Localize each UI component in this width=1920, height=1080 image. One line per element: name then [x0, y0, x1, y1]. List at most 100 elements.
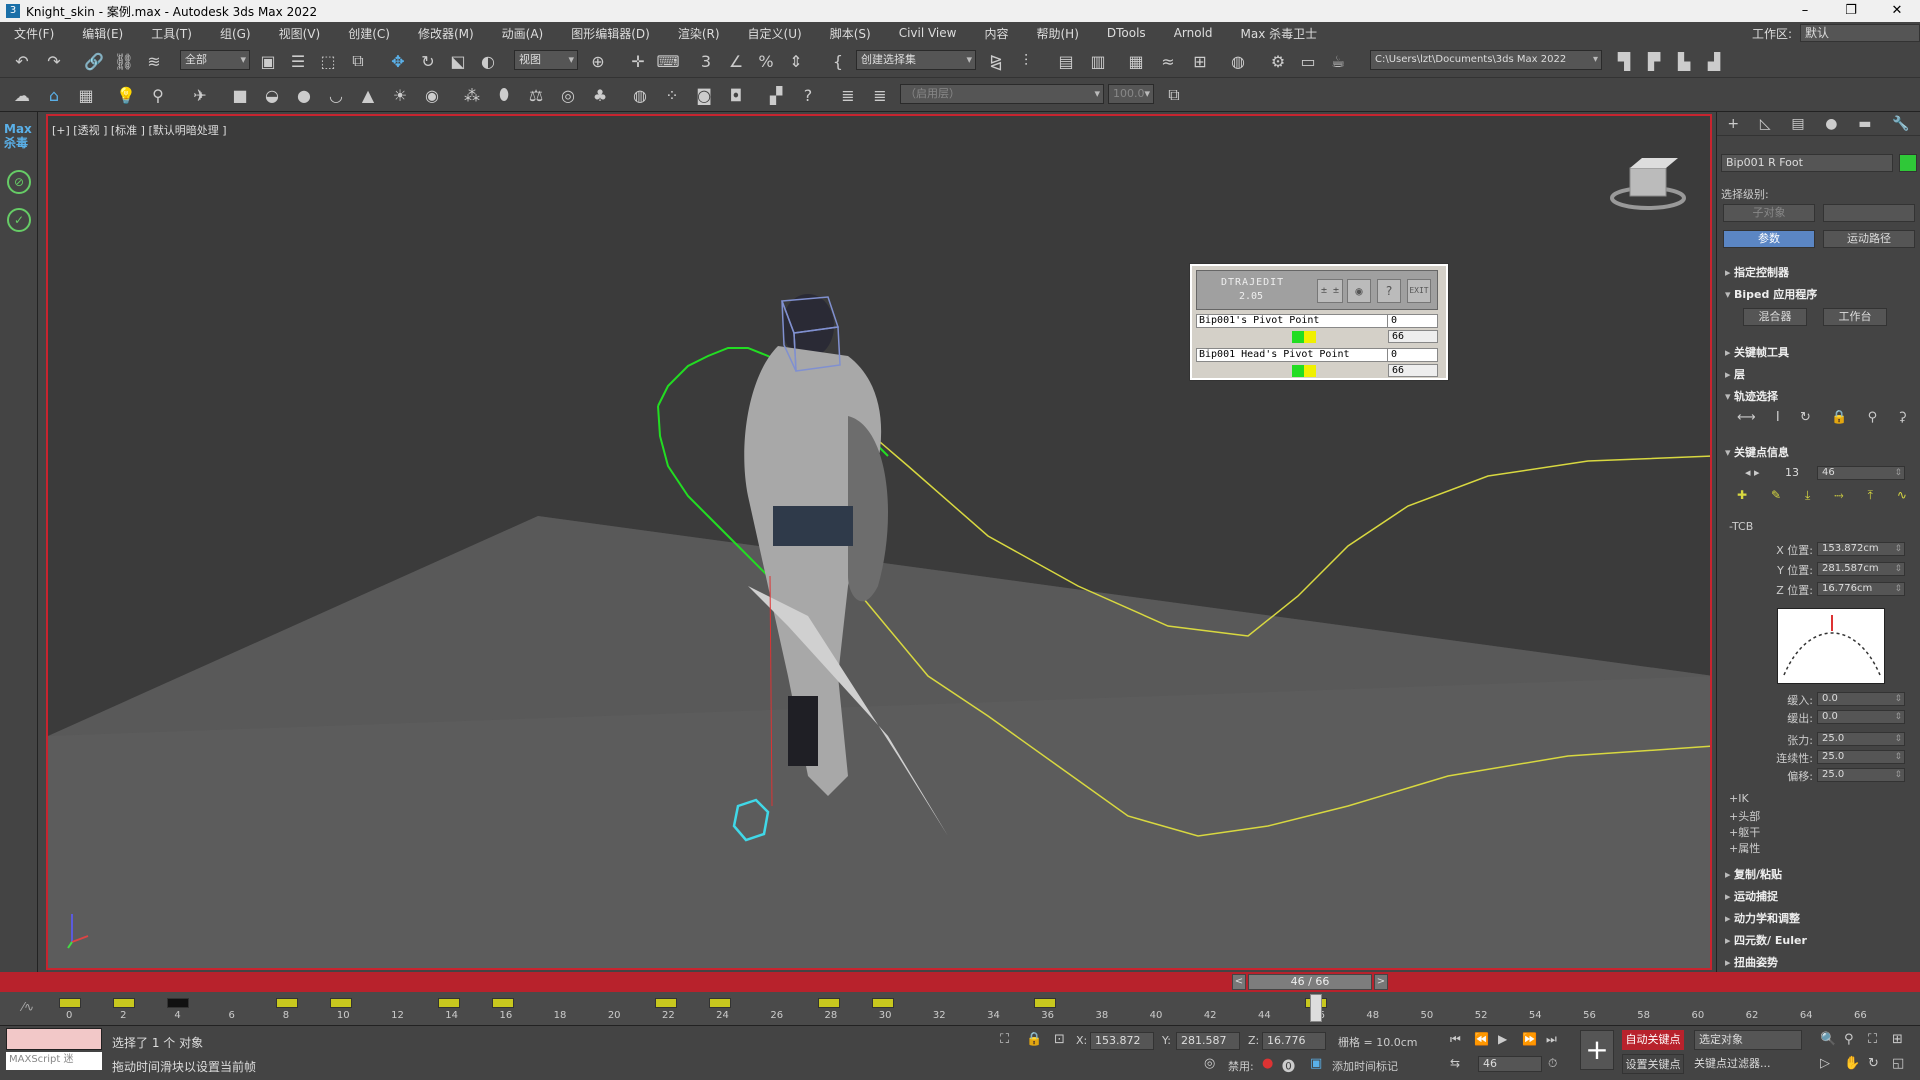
select-object-icon[interactable]: ▣	[256, 49, 280, 73]
next-frame-arrow[interactable]: >	[1374, 974, 1388, 990]
workspace-dropdown[interactable]: 默认	[1800, 24, 1920, 42]
delete-key-icon[interactable]: ✎	[1771, 488, 1781, 503]
display-tab-icon[interactable]: ▬	[1858, 116, 1871, 132]
prev-key-icon[interactable]: ⏪	[1474, 1032, 1489, 1046]
prev-frame-arrow[interactable]: <	[1232, 974, 1246, 990]
box-icon[interactable]: ■	[228, 83, 252, 107]
rotate-icon[interactable]: ↻	[416, 49, 440, 73]
edit-named-sel-icon[interactable]: {	[826, 49, 850, 73]
subobject-dropdown[interactable]	[1823, 204, 1915, 222]
light-icon[interactable]: 💡	[114, 83, 138, 107]
maximize-viewport-icon[interactable]: ◱	[1892, 1056, 1904, 1071]
menu-tools[interactable]: 工具(T)	[137, 25, 206, 42]
menu-group[interactable]: 组(G)	[206, 25, 265, 42]
goto-start-icon[interactable]: ⏮	[1450, 1032, 1461, 1047]
perspective-viewport[interactable]: [+] [透视 ] [标准 ] [默认明暗处理 ]	[46, 114, 1712, 970]
viewport-label[interactable]: [+] [透视 ] [标准 ] [默认明暗处理 ]	[52, 122, 227, 138]
menu-modifiers[interactable]: 修改器(M)	[404, 25, 488, 42]
material-ball-icon[interactable]: ◍	[628, 83, 652, 107]
green-swatch[interactable]	[1292, 331, 1304, 343]
named-selection-dropdown[interactable]: 创建选择集	[856, 50, 976, 70]
current-frame-field[interactable]: 46	[1478, 1056, 1542, 1072]
frame-count-field[interactable]: 66	[1388, 330, 1438, 343]
time-tag-icon[interactable]: ▣	[1310, 1056, 1322, 1071]
timeline-key-black[interactable]	[167, 998, 190, 1008]
menu-customize[interactable]: 自定义(U)	[734, 25, 816, 42]
align-icon[interactable]: ⫶	[1014, 49, 1038, 73]
selected-object-dropdown[interactable]: 选定对象	[1694, 1030, 1802, 1050]
sun-icon[interactable]: ☀	[388, 83, 412, 107]
adaptive-degradation-icon[interactable]: ◎	[1204, 1056, 1215, 1071]
scale-icon[interactable]: ⬕	[446, 49, 470, 73]
plant-icon[interactable]: ♣	[588, 83, 612, 107]
hemisphere-icon[interactable]: ◒	[260, 83, 284, 107]
body-subrollout[interactable]: +躯干	[1729, 824, 1760, 840]
teapot-icon[interactable]: ☁	[10, 83, 34, 107]
ref-coord-dropdown[interactable]: 视图	[514, 50, 578, 70]
track-bar[interactable]: ⁄∿ 0 2 4 6 8 10 12 14 16 18 20 22 24 26 28 30 32 34 36 38 40…	[0, 992, 1920, 1026]
unlink-icon[interactable]: ⛓	[112, 49, 136, 73]
traj-row-pivot[interactable]: Bip001's Pivot Point 0	[1196, 314, 1438, 328]
head-subrollout[interactable]: +头部	[1729, 808, 1760, 824]
menu-max-antivirus[interactable]: Max 杀毒卫士	[1227, 25, 1332, 42]
globe-icon[interactable]: ◎	[556, 83, 580, 107]
curve-editor-mini-icon[interactable]: ⁄∿	[22, 1000, 34, 1014]
modify-tab-icon[interactable]: ◺	[1760, 116, 1771, 132]
stack-icon[interactable]: ⧉	[1162, 83, 1186, 107]
snaps-toggle-icon[interactable]: 3	[694, 49, 718, 73]
rendered-frame-icon[interactable]: ▭	[1296, 49, 1320, 73]
set-key-button[interactable]: 设置关键点	[1622, 1054, 1684, 1074]
pivot-center-icon[interactable]: ⊕	[586, 49, 610, 73]
menu-edit[interactable]: 编辑(E)	[68, 25, 137, 42]
redo-icon[interactable]: ↷	[42, 49, 66, 73]
isolate-icon[interactable]: ⛶	[1000, 1032, 1009, 1047]
lock-com-icon[interactable]: 🔒	[1831, 410, 1847, 425]
purple-panel-icon[interactable]: ◙	[692, 83, 716, 107]
angle-snap-icon[interactable]: ∠	[724, 49, 748, 73]
minimize-button[interactable]: –	[1782, 0, 1828, 22]
rollout-quaternion[interactable]: 四元数/ Euler	[1725, 932, 1807, 948]
y-coord-field[interactable]: 281.587	[1176, 1032, 1240, 1050]
rollout-key-info[interactable]: 关键点信息	[1725, 444, 1789, 460]
help-circle-icon[interactable]: ?	[796, 83, 820, 107]
timeline-key[interactable]	[113, 998, 136, 1008]
fov-icon[interactable]: ▷	[1820, 1056, 1830, 1071]
placement-icon[interactable]: ◐	[476, 49, 500, 73]
next-key-icon[interactable]: ⏩	[1522, 1032, 1537, 1046]
set-project-icon[interactable]: ▛	[1642, 49, 1666, 73]
menu-rendering[interactable]: 渲染(R)	[664, 25, 734, 42]
rollout-track-selection[interactable]: 轨迹选择	[1725, 388, 1778, 404]
green-swatch[interactable]	[1292, 365, 1304, 377]
absolute-mode-icon[interactable]: ⊡	[1054, 1032, 1065, 1047]
material-editor-icon[interactable]: ◍	[1226, 49, 1250, 73]
gold-sphere-icon[interactable]: ◉	[420, 83, 444, 107]
zoom-extents-all-icon[interactable]: ⊞	[1892, 1032, 1903, 1047]
traj-row-head[interactable]: Bip001 Head's Pivot Point 0	[1196, 348, 1438, 362]
biped-icon[interactable]: ✈	[188, 83, 212, 107]
bowl-icon[interactable]: ◡	[324, 83, 348, 107]
prev-next-key-icon[interactable]: ◂ ▸	[1745, 466, 1760, 479]
x-coord-field[interactable]: 153.872	[1090, 1032, 1154, 1050]
pan-icon[interactable]: ✋	[1844, 1056, 1860, 1071]
spinner-snap-icon[interactable]: ⇕	[784, 49, 808, 73]
bias-field[interactable]: 25.0	[1817, 768, 1905, 782]
menu-views[interactable]: 视图(V)	[265, 25, 335, 42]
workbench-button[interactable]: 工作台	[1823, 308, 1887, 326]
current-frame-marker[interactable]	[1310, 994, 1323, 1022]
lock-selection-icon[interactable]: 🔒	[1026, 1032, 1042, 1047]
zoom-all-icon[interactable]: ⚲	[1844, 1032, 1854, 1047]
color-dots-icon[interactable]: ⁘	[660, 83, 684, 107]
time-slider[interactable]: 46 / 66	[1248, 974, 1372, 990]
timeline-key[interactable]	[1034, 998, 1057, 1008]
rollout-copy-paste[interactable]: 复制/粘贴	[1725, 866, 1782, 882]
ease-out-field[interactable]: 0.0	[1817, 710, 1905, 724]
orbit-icon[interactable]: ↻	[1868, 1056, 1879, 1071]
help-icon[interactable]: ?	[1377, 279, 1401, 303]
settings-panel-icon[interactable]: ▞	[764, 83, 788, 107]
rollout-layers[interactable]: 层	[1725, 366, 1745, 382]
select-manipulate-icon[interactable]: ✛	[626, 49, 650, 73]
maxscript-input[interactable]: MAXScript 迷	[6, 1052, 102, 1070]
menu-help[interactable]: 帮助(H)	[1022, 25, 1092, 42]
keyboard-shortcut-icon[interactable]: ⌨	[656, 49, 680, 73]
body-horizontal-icon[interactable]: ⟷	[1737, 410, 1756, 425]
